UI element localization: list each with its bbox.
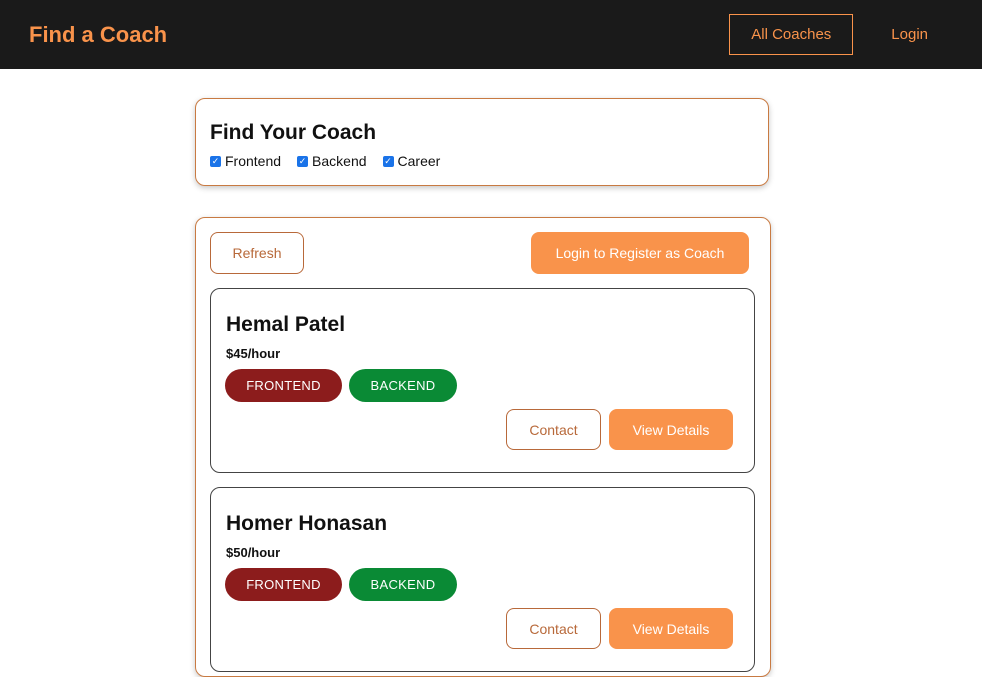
coach-card: Hemal Patel $45/hour FRONTEND BACKEND Co… bbox=[210, 288, 755, 473]
coach-name: Hemal Patel bbox=[226, 313, 346, 336]
area-badge-frontend: FRONTEND bbox=[225, 369, 342, 402]
filter-label: Career bbox=[397, 153, 441, 169]
filter-options: ✓ Frontend ✓ Backend ✓ Career bbox=[210, 153, 754, 169]
filter-career[interactable]: ✓ Career bbox=[382, 153, 441, 169]
filter-title: Find Your Coach bbox=[210, 121, 377, 144]
nav-login[interactable]: Login bbox=[890, 14, 929, 55]
refresh-button[interactable]: Refresh bbox=[210, 232, 304, 274]
filter-label: Backend bbox=[312, 153, 367, 169]
coach-rate: $50/hour bbox=[226, 545, 281, 560]
filter-frontend[interactable]: ✓ Frontend bbox=[210, 153, 281, 169]
checkbox-checked-icon[interactable]: ✓ bbox=[210, 155, 221, 167]
main-nav: All Coaches Login bbox=[729, 14, 929, 55]
contact-button[interactable]: Contact bbox=[506, 608, 601, 649]
coach-card: Homer Honasan $50/hour FRONTEND BACKEND … bbox=[210, 487, 755, 672]
contact-button[interactable]: Contact bbox=[506, 409, 601, 450]
coach-filter-card: Find Your Coach ✓ Frontend ✓ Backend ✓ C… bbox=[195, 98, 769, 186]
area-badge-frontend: FRONTEND bbox=[225, 568, 342, 601]
area-badge-backend: BACKEND bbox=[349, 369, 457, 402]
brand-title[interactable]: Find a Coach bbox=[29, 22, 167, 48]
nav-all-coaches[interactable]: All Coaches bbox=[729, 14, 854, 55]
area-badge-backend: BACKEND bbox=[349, 568, 457, 601]
coach-list-card: Refresh Login to Register as Coach Hemal… bbox=[195, 217, 771, 677]
filter-label: Frontend bbox=[225, 153, 282, 169]
view-details-button[interactable]: View Details bbox=[609, 409, 733, 450]
checkbox-checked-icon[interactable]: ✓ bbox=[382, 155, 394, 167]
filter-backend[interactable]: ✓ Backend bbox=[297, 153, 367, 169]
view-details-button[interactable]: View Details bbox=[609, 608, 733, 649]
register-coach-button[interactable]: Login to Register as Coach bbox=[531, 232, 749, 274]
checkbox-checked-icon[interactable]: ✓ bbox=[297, 155, 309, 167]
top-navbar: Find a Coach All Coaches Login bbox=[0, 0, 982, 69]
coach-name: Homer Honasan bbox=[226, 512, 388, 535]
coach-rate: $45/hour bbox=[226, 346, 281, 361]
